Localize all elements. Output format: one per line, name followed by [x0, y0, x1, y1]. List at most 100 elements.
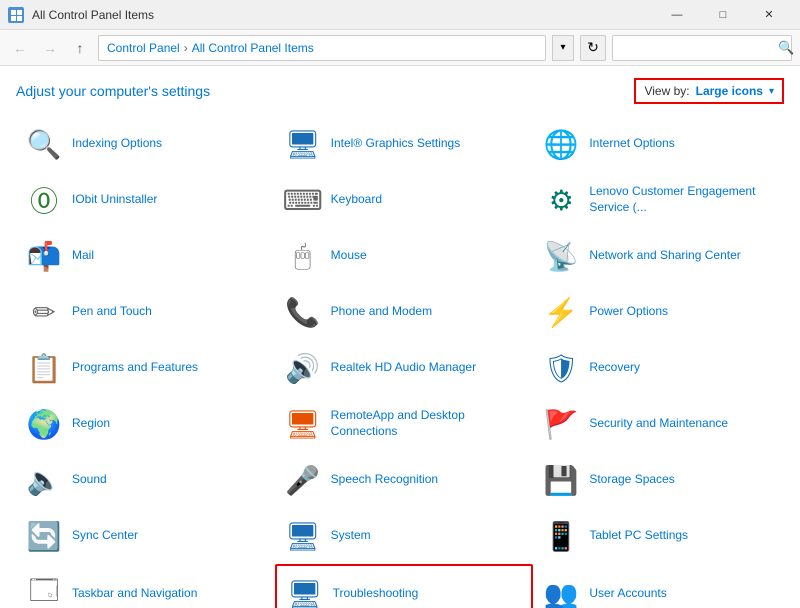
grid-item-sound[interactable]: 🔈 Sound	[16, 452, 275, 508]
grid-item-user-accounts[interactable]: 👥User Accounts	[533, 564, 792, 608]
indexing-options-icon: 🔍	[24, 124, 64, 164]
app-icon	[8, 7, 24, 23]
system-label: System	[331, 528, 371, 544]
grid-item-speech-recognition[interactable]: 🎤 Speech Recognition	[275, 452, 534, 508]
sound-label: Sound	[72, 472, 107, 488]
mail-icon: 📬	[24, 236, 64, 276]
content-area[interactable]: Adjust your computer's settings View by:…	[0, 66, 800, 608]
view-by-control[interactable]: View by: Large icons ▾	[634, 78, 784, 104]
power-options-icon: ⚡	[541, 292, 581, 332]
phone-modem-icon: 📞	[283, 292, 323, 332]
iobit-uninstaller-label: IObit Uninstaller	[72, 192, 157, 208]
grid-item-mail[interactable]: 📬 Mail	[16, 228, 275, 284]
title-bar: All Control Panel Items — □ ✕	[0, 0, 800, 30]
programs-features-icon: 📋	[24, 348, 64, 388]
refresh-button[interactable]: ↻	[580, 35, 606, 61]
address-dropdown[interactable]: ▾	[552, 35, 574, 61]
grid-item-storage-spaces[interactable]: 💾Storage Spaces	[533, 452, 792, 508]
page-title: Adjust your computer's settings	[16, 83, 210, 99]
path-sep-1: ›	[184, 41, 188, 55]
search-box: 🔍	[612, 35, 792, 61]
sync-center-label: Sync Center	[72, 528, 138, 544]
window-controls: — □ ✕	[654, 0, 792, 30]
lenovo-customer-icon: ⚙	[541, 180, 581, 220]
grid-item-region[interactable]: 🌍 Region	[16, 396, 275, 452]
address-path: Control Panel › All Control Panel Items	[98, 35, 546, 61]
grid-item-lenovo-customer[interactable]: ⚙Lenovo Customer Engagement Service (...	[533, 172, 792, 228]
region-label: Region	[72, 416, 110, 432]
pen-touch-icon: ✏	[24, 292, 64, 332]
close-button[interactable]: ✕	[746, 0, 792, 30]
tablet-pc-settings-label: Tablet PC Settings	[589, 528, 688, 544]
path-all-items[interactable]: All Control Panel Items	[192, 41, 314, 55]
grid-item-realtek-audio[interactable]: 🔊 Realtek HD Audio Manager	[275, 340, 534, 396]
up-button[interactable]: ↑	[68, 36, 92, 60]
phone-modem-label: Phone and Modem	[331, 304, 432, 320]
keyboard-label: Keyboard	[331, 192, 382, 208]
recovery-label: Recovery	[589, 360, 640, 376]
view-by-arrow-icon: ▾	[769, 86, 774, 97]
user-accounts-icon: 👥	[541, 574, 581, 608]
pen-touch-label: Pen and Touch	[72, 304, 152, 320]
tablet-pc-settings-icon: 📱	[541, 516, 581, 556]
recovery-icon: 🛡	[541, 348, 581, 388]
power-options-label: Power Options	[589, 304, 668, 320]
intel-graphics-label: Intel® Graphics Settings	[331, 136, 461, 152]
indexing-options-label: Indexing Options	[72, 136, 162, 152]
grid-item-network-sharing[interactable]: 📡Network and Sharing Center	[533, 228, 792, 284]
network-sharing-label: Network and Sharing Center	[589, 248, 740, 264]
main-content: Adjust your computer's settings View by:…	[0, 66, 800, 608]
security-maintenance-label: Security and Maintenance	[589, 416, 728, 432]
programs-features-label: Programs and Features	[72, 360, 198, 376]
items-grid: 🔍Indexing Options🖥Intel® Graphics Settin…	[0, 112, 800, 608]
remoteapp-icon: 🖥	[283, 404, 323, 444]
storage-spaces-icon: 💾	[541, 460, 581, 500]
window-title: All Control Panel Items	[32, 8, 154, 22]
troubleshooting-label: Troubleshooting	[333, 586, 419, 602]
back-button[interactable]: ←	[8, 36, 32, 60]
speech-recognition-label: Speech Recognition	[331, 472, 438, 488]
internet-options-label: Internet Options	[589, 136, 674, 152]
grid-item-remoteapp[interactable]: 🖥 RemoteApp and Desktop Connections	[275, 396, 534, 452]
grid-item-phone-modem[interactable]: 📞 Phone and Modem	[275, 284, 534, 340]
grid-item-pen-touch[interactable]: ✏ Pen and Touch	[16, 284, 275, 340]
troubleshooting-icon: 🖥	[285, 574, 325, 608]
grid-item-taskbar-navigation[interactable]: 🗔Taskbar and Navigation	[16, 564, 275, 608]
grid-item-indexing-options[interactable]: 🔍 Indexing Options	[16, 116, 275, 172]
address-bar: ← → ↑ Control Panel › All Control Panel …	[0, 30, 800, 66]
view-by-label: View by:	[644, 84, 689, 98]
taskbar-navigation-label: Taskbar and Navigation	[72, 586, 197, 602]
search-icon: 🔍	[778, 40, 794, 56]
search-input[interactable]	[619, 41, 774, 55]
grid-item-power-options[interactable]: ⚡ Power Options	[533, 284, 792, 340]
speech-recognition-icon: 🎤	[283, 460, 323, 500]
region-icon: 🌍	[24, 404, 64, 444]
internet-options-icon: 🌐	[541, 124, 581, 164]
grid-item-security-maintenance[interactable]: 🚩 Security and Maintenance	[533, 396, 792, 452]
grid-item-keyboard[interactable]: ⌨ Keyboard	[275, 172, 534, 228]
realtek-audio-label: Realtek HD Audio Manager	[331, 360, 476, 376]
grid-item-iobit-uninstaller[interactable]: ⓪IObit Uninstaller	[16, 172, 275, 228]
mail-label: Mail	[72, 248, 94, 264]
path-control-panel[interactable]: Control Panel	[107, 41, 180, 55]
keyboard-icon: ⌨	[283, 180, 323, 220]
mouse-label: Mouse	[331, 248, 367, 264]
grid-item-programs-features[interactable]: 📋 Programs and Features	[16, 340, 275, 396]
grid-item-sync-center[interactable]: 🔄 Sync Center	[16, 508, 275, 564]
grid-item-system[interactable]: 🖥System	[275, 508, 534, 564]
security-maintenance-icon: 🚩	[541, 404, 581, 444]
remoteapp-label: RemoteApp and Desktop Connections	[331, 408, 526, 439]
realtek-audio-icon: 🔊	[283, 348, 323, 388]
maximize-button[interactable]: □	[700, 0, 746, 30]
sync-center-icon: 🔄	[24, 516, 64, 556]
grid-item-intel-graphics[interactable]: 🖥Intel® Graphics Settings	[275, 116, 534, 172]
forward-button[interactable]: →	[38, 36, 62, 60]
minimize-button[interactable]: —	[654, 0, 700, 30]
grid-item-internet-options[interactable]: 🌐 Internet Options	[533, 116, 792, 172]
grid-item-recovery[interactable]: 🛡 Recovery	[533, 340, 792, 396]
sound-icon: 🔈	[24, 460, 64, 500]
grid-item-mouse[interactable]: 🖱 Mouse	[275, 228, 534, 284]
grid-item-tablet-pc-settings[interactable]: 📱 Tablet PC Settings	[533, 508, 792, 564]
mouse-icon: 🖱	[283, 236, 323, 276]
grid-item-troubleshooting[interactable]: 🖥 Troubleshooting	[275, 564, 534, 608]
